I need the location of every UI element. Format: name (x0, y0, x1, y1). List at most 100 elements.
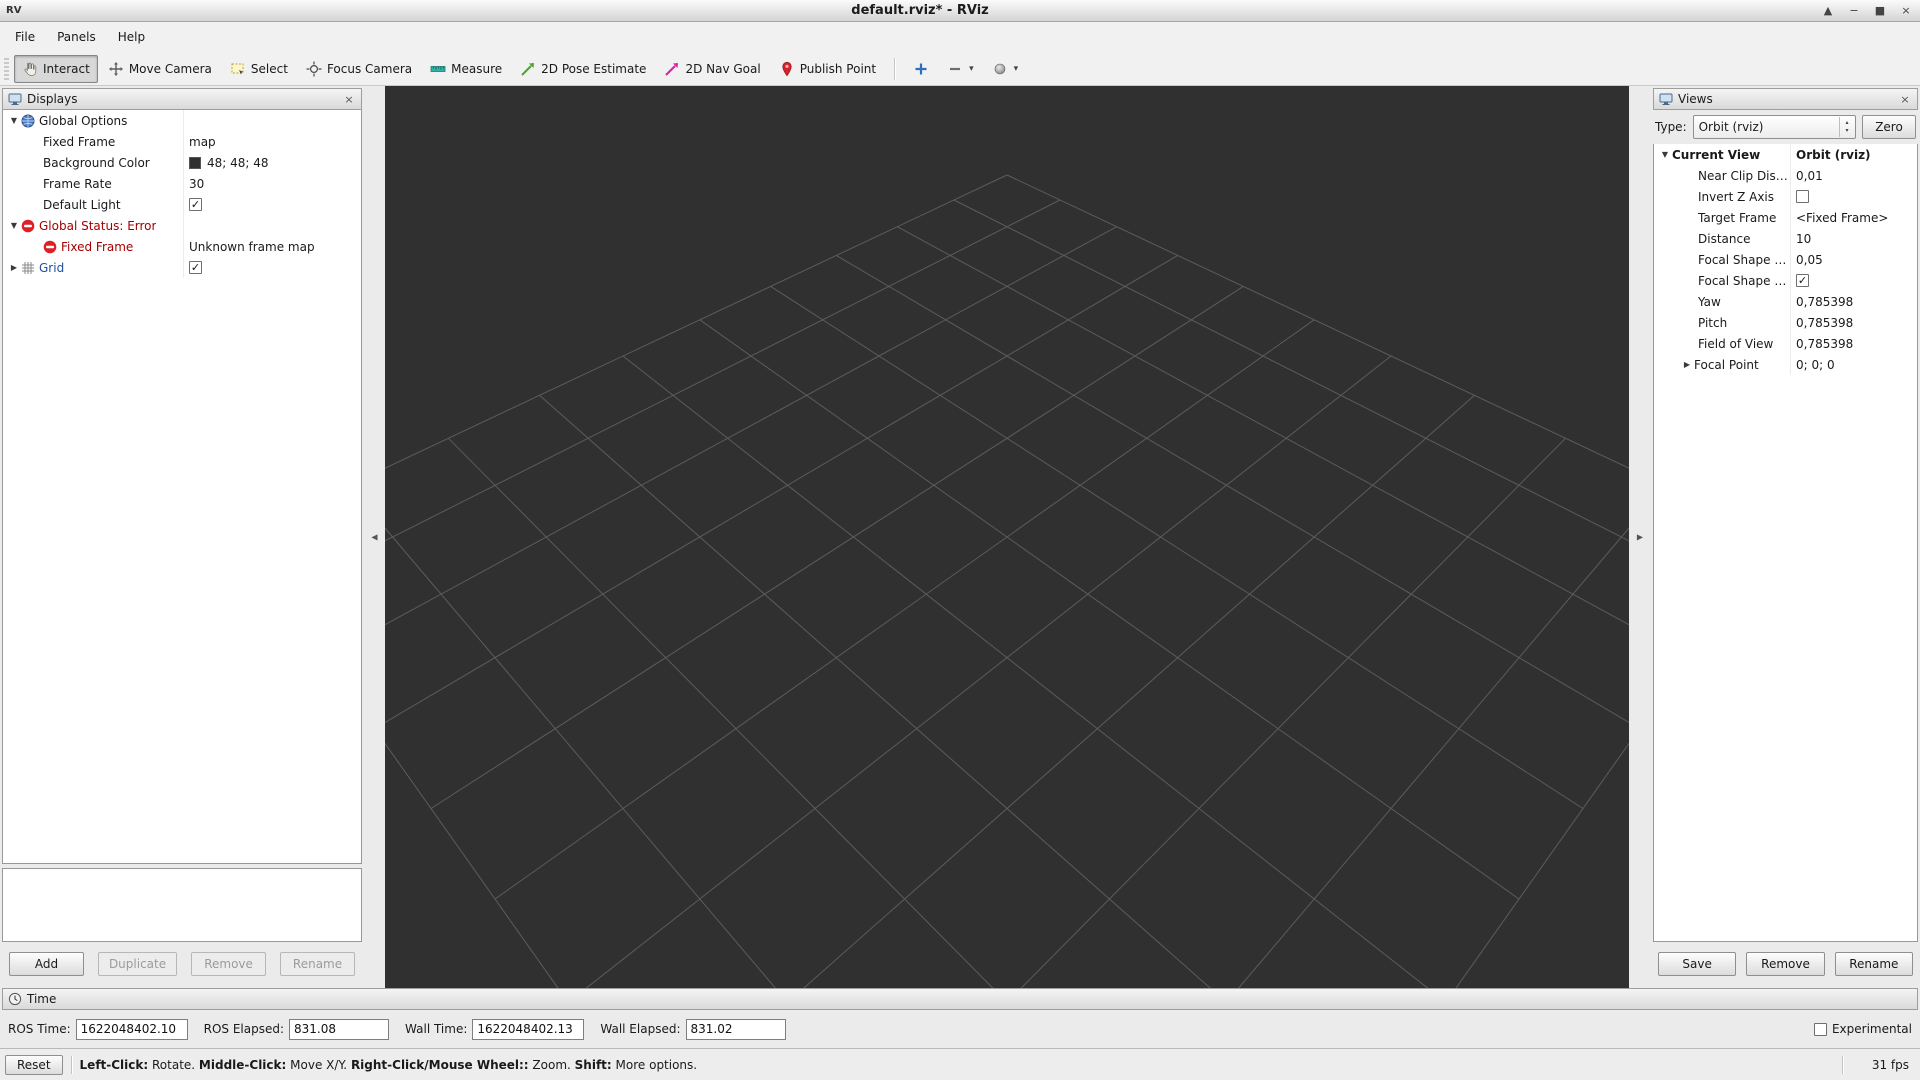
tree-row[interactable]: Focal Shape F... (1654, 270, 1917, 291)
property-name: Background Color (43, 155, 150, 170)
expand-arrow-icon[interactable]: ▶ (1680, 360, 1694, 369)
experimental-checkbox[interactable] (1813, 1022, 1827, 1036)
spinner-arrows-icon[interactable]: ▴ ▾ (1839, 117, 1854, 137)
checkbox[interactable] (1796, 190, 1809, 203)
property-value: 30 (183, 173, 361, 194)
remove-button: Remove (191, 952, 267, 976)
property-value: 10 (1790, 228, 1917, 249)
wall-time-input[interactable] (472, 1018, 585, 1040)
add-tool-button[interactable] (905, 55, 937, 83)
menu-help[interactable]: Help (107, 26, 156, 48)
tree-row[interactable]: ▼ Current View Orbit (rviz) (1654, 144, 1917, 165)
ruler-icon (430, 61, 446, 77)
minimize-window-icon[interactable]: − (1846, 3, 1862, 19)
save-button[interactable]: Save (1658, 952, 1737, 976)
tree-row[interactable]: Pitch 0,785398 (1654, 312, 1917, 333)
collapse-arrow-icon[interactable]: ▼ (7, 116, 21, 125)
wall-elapsed-input[interactable] (685, 1018, 786, 1040)
property-value: 0,785398 (1790, 333, 1917, 354)
property-value: Unknown frame map (183, 236, 361, 257)
property-name: Frame Rate (43, 176, 112, 191)
time-panel-header[interactable]: Time (2, 988, 1918, 1010)
views-panel-header[interactable]: Views × (1653, 88, 1918, 110)
collapse-left-icon[interactable]: ◀ (371, 533, 377, 542)
collapse-right-icon[interactable]: ▶ (1637, 533, 1643, 542)
close-icon[interactable]: × (342, 93, 356, 106)
property-name: Focal Shape F... (1698, 273, 1790, 288)
checkbox[interactable] (1796, 274, 1809, 287)
views-panel-icon (1659, 92, 1673, 106)
displays-panel-header[interactable]: Displays × (2, 88, 362, 110)
property-value: Orbit (rviz) (1790, 144, 1917, 165)
tree-row[interactable]: Fixed Frame Unknown frame map (3, 236, 361, 257)
view-type-select[interactable]: Orbit (rviz) ▴ ▾ (1692, 115, 1856, 139)
error-icon (43, 240, 61, 254)
tree-row[interactable]: Target Frame <Fixed Frame> (1654, 207, 1917, 228)
property-name: Invert Z Axis (1698, 189, 1775, 204)
remove-tool-button[interactable]: ▾ (939, 55, 982, 83)
tool-button-2d-nav-goal[interactable]: 2D Nav Goal (656, 55, 768, 83)
tree-row[interactable]: ▼ Global Options (3, 110, 361, 131)
right-splitter[interactable]: ▶ (1629, 86, 1651, 988)
tree-row[interactable]: Frame Rate 30 (3, 173, 361, 194)
zero-button[interactable]: Zero (1862, 115, 1916, 139)
add-button[interactable]: Add (9, 952, 84, 976)
left-splitter[interactable]: ◀ (364, 86, 385, 988)
tool-button-focus-camera[interactable]: Focus Camera (298, 55, 420, 83)
tool-button-move-camera[interactable]: Move Camera (100, 55, 220, 83)
checkbox[interactable] (189, 198, 202, 211)
value-text: <Fixed Frame> (1796, 210, 1889, 225)
rename-button[interactable]: Rename (1834, 952, 1913, 976)
expand-arrow-icon[interactable]: ▶ (7, 263, 21, 272)
tree-row[interactable]: Invert Z Axis (1654, 186, 1917, 207)
3d-viewport[interactable] (385, 86, 1629, 988)
property-value: <Fixed Frame> (1790, 207, 1917, 228)
menu-file[interactable]: File (4, 26, 46, 48)
tool-properties-button[interactable]: ▾ (984, 55, 1027, 83)
tree-row[interactable]: Near Clip Dist... 0,01 (1654, 165, 1917, 186)
maximize-window-icon[interactable]: ■ (1872, 3, 1888, 19)
tool-button-interact[interactable]: Interact (14, 54, 98, 83)
tool-label: 2D Pose Estimate (541, 61, 647, 76)
close-window-icon[interactable]: × (1898, 3, 1914, 19)
tree-row[interactable]: Focal Shape S... 0,05 (1654, 249, 1917, 270)
ros-elapsed-input[interactable] (289, 1018, 390, 1040)
ros-time-label: ROS Time: (8, 1022, 71, 1036)
value-text: 0,05 (1796, 252, 1823, 267)
collapse-arrow-icon[interactable]: ▼ (1658, 150, 1672, 159)
views-tree: ▼ Current View Orbit (rviz) Near Clip Dist.… (1653, 144, 1918, 942)
tool-button-2d-pose-estimate[interactable]: 2D Pose Estimate (512, 55, 654, 83)
close-icon[interactable]: × (1898, 93, 1912, 106)
tree-row[interactable]: Fixed Frame map (3, 131, 361, 152)
ros-elapsed-label: ROS Elapsed: (203, 1022, 285, 1036)
property-name: Distance (1698, 231, 1751, 246)
chevron-down-icon: ▾ (969, 63, 974, 74)
property-name: Grid (39, 260, 65, 275)
tree-row[interactable]: ▶ Grid (3, 257, 361, 278)
tree-row[interactable]: Distance 10 (1654, 228, 1917, 249)
tool-button-publish-point[interactable]: Publish Point (771, 55, 884, 83)
remove-button[interactable]: Remove (1746, 952, 1825, 976)
collapse-arrow-icon[interactable]: ▼ (7, 221, 21, 230)
tree-row[interactable]: Yaw 0,785398 (1654, 291, 1917, 312)
reset-button[interactable]: Reset (5, 1054, 63, 1075)
shade-window-icon[interactable]: ▲ (1820, 3, 1836, 19)
tree-row[interactable]: Default Light (3, 194, 361, 215)
property-value (183, 110, 361, 131)
tree-row[interactable]: ▼ Global Status: Error (3, 215, 361, 236)
toolbar-drag-handle[interactable] (4, 57, 9, 80)
checkbox[interactable] (189, 261, 202, 274)
select-box-icon (230, 61, 246, 77)
tool-button-measure[interactable]: Measure (422, 55, 510, 83)
tool-button-select[interactable]: Select (222, 55, 296, 83)
ros-time-input[interactable] (75, 1018, 188, 1040)
error-icon (21, 219, 39, 233)
main-area: Displays × ▼ Global Options Fixed Frame map… (0, 86, 1920, 988)
tree-row[interactable]: ▶ Focal Point 0; 0; 0 (1654, 354, 1917, 375)
property-name: Pitch (1698, 315, 1728, 330)
tree-row[interactable]: Background Color 48; 48; 48 (3, 152, 361, 173)
hand-cursor-icon (22, 61, 38, 77)
tree-row[interactable]: Field of View 0,785398 (1654, 333, 1917, 354)
menu-panels[interactable]: Panels (46, 26, 107, 48)
displays-button-row: Add Duplicate Remove Rename (2, 942, 362, 986)
